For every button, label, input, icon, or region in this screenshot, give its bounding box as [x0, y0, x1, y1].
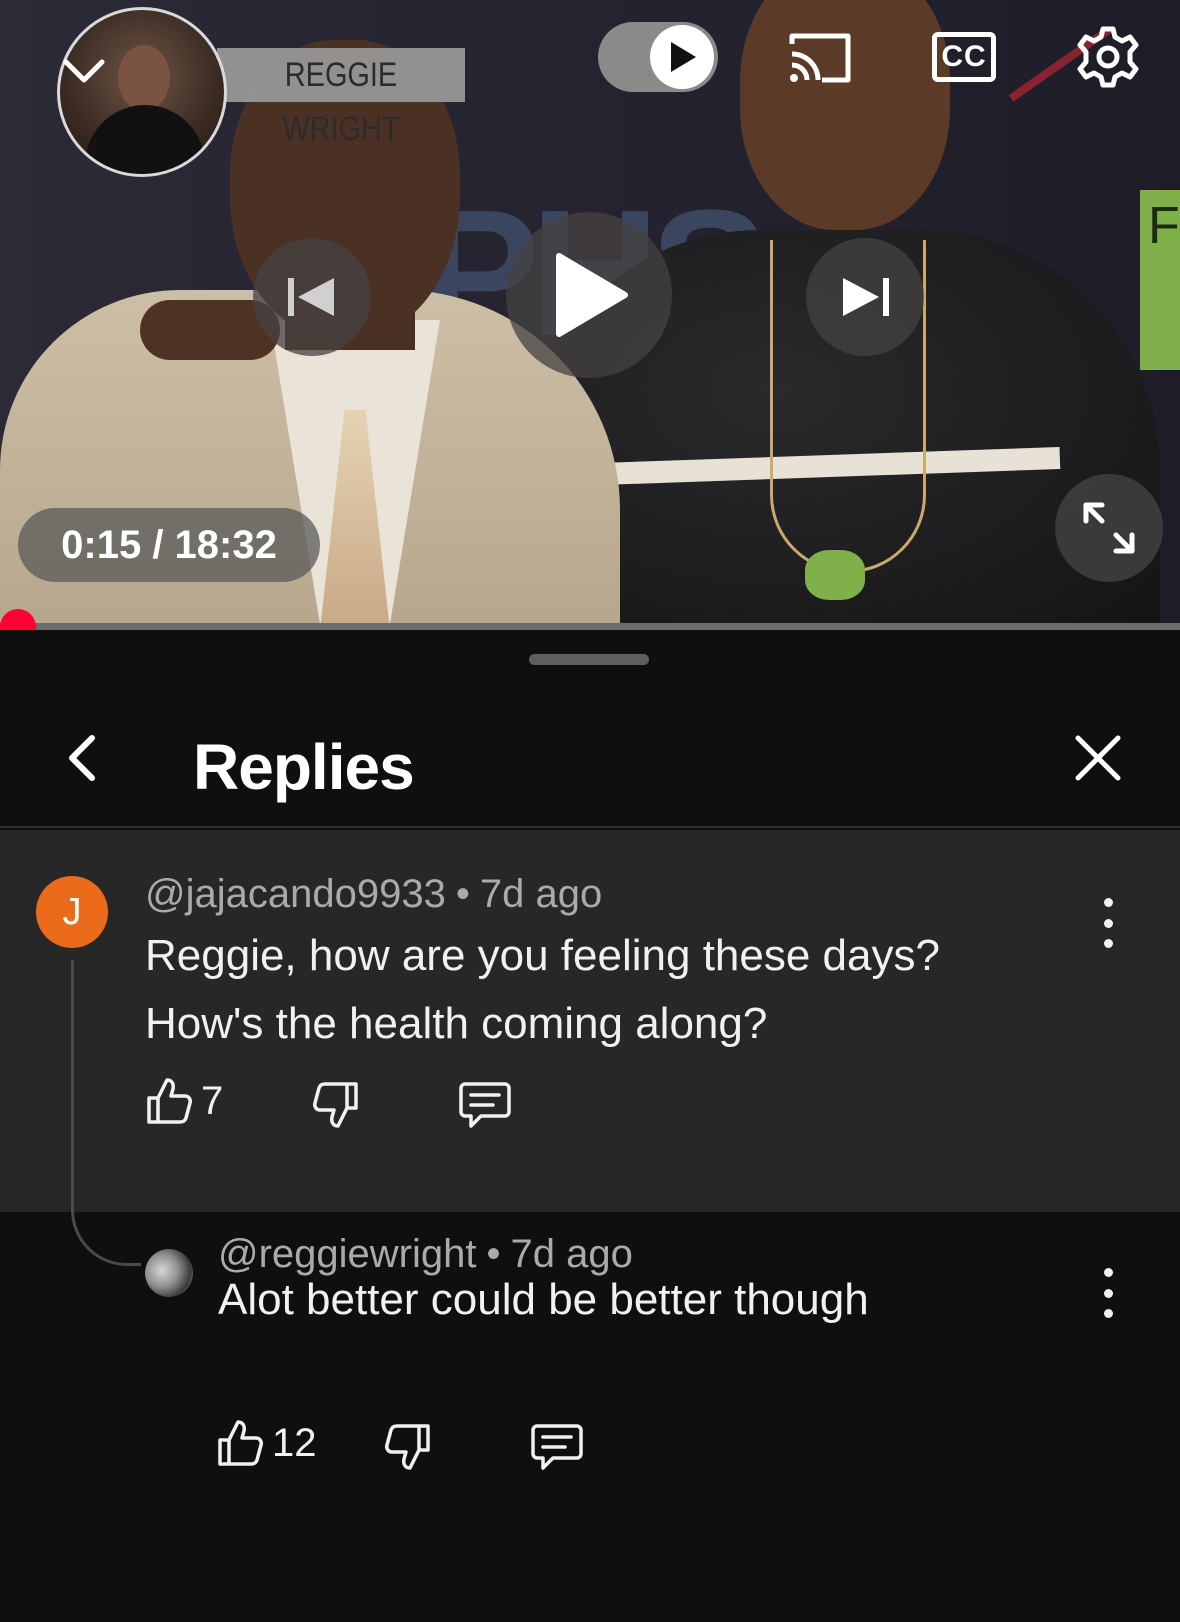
time-display: 0:15 / 18:32 — [18, 508, 320, 582]
replies-sheet: Replies J @jajacando9933 • 7d ago Reggie, … — [0, 630, 1180, 1622]
next-icon — [843, 278, 889, 316]
like-count: 7 — [201, 1078, 224, 1123]
close-icon[interactable] — [1070, 730, 1126, 786]
time-text: 0:15 / 18:32 — [61, 522, 277, 567]
autoplay-toggle-icon — [650, 25, 714, 89]
thumbs-up-icon — [147, 1078, 192, 1124]
backdrop-panel: F — [1140, 190, 1180, 370]
thumbs-down-icon — [385, 1424, 430, 1470]
cast-icon[interactable] — [786, 30, 854, 86]
settings-icon[interactable] — [1075, 24, 1141, 90]
more-options-icon[interactable] — [1098, 898, 1118, 948]
like-count: 12 — [272, 1420, 317, 1465]
dislike-button[interactable] — [384, 1422, 432, 1472]
pendant — [805, 550, 865, 600]
previous-icon — [288, 278, 334, 316]
avatar[interactable] — [145, 1249, 193, 1297]
comment-author[interactable]: @jajacando9933 — [145, 872, 446, 916]
thumbs-down-icon — [313, 1082, 358, 1128]
sheet-title: Replies — [193, 731, 415, 803]
meta-separator: • — [455, 872, 470, 916]
comment-line: How's the health coming along? — [145, 999, 768, 1048]
channel-name-tag: REGGIE WRIGHT — [217, 48, 465, 148]
reply-comment-icon — [531, 1424, 583, 1470]
avatar-letter: J — [62, 890, 82, 933]
captions-label: CC — [941, 40, 987, 73]
inset-avatar — [57, 7, 227, 177]
like-button[interactable]: 12 — [216, 1418, 317, 1468]
reply-button[interactable] — [531, 1422, 583, 1472]
thread-connector — [71, 960, 141, 1266]
drag-handle[interactable] — [529, 654, 649, 665]
comment-text: Reggie, how are you feeling these days? … — [145, 922, 940, 1058]
more-options-icon[interactable] — [1098, 1268, 1118, 1318]
like-button[interactable]: 7 — [145, 1076, 223, 1126]
comment-age: 7d ago — [479, 872, 603, 916]
reply-comment-icon — [459, 1082, 511, 1128]
avatar[interactable]: J — [36, 876, 108, 948]
reply-button[interactable] — [459, 1080, 511, 1130]
autoplay-toggle[interactable] — [598, 22, 718, 92]
play-button[interactable] — [506, 212, 672, 378]
comment-line: Reggie, how are you feeling these days? — [145, 931, 940, 980]
next-button[interactable] — [806, 238, 924, 356]
progress-bar[interactable] — [0, 623, 1180, 630]
chevron-down-icon[interactable] — [62, 54, 106, 88]
play-icon — [556, 253, 628, 337]
dislike-button[interactable] — [312, 1080, 360, 1130]
reply-text: Alot better could be better though — [218, 1275, 869, 1324]
channel-name-text: REGGIE WRIGHT — [282, 56, 400, 148]
previous-button[interactable] — [253, 238, 371, 356]
video-player[interactable]: PHS F REGGIE WRIGHT CC — [0, 0, 1180, 630]
fullscreen-icon — [1083, 502, 1135, 554]
comment-meta: @jajacando9933 • 7d ago — [145, 872, 602, 917]
parent-comment: J @jajacando9933 • 7d ago Reggie, how are … — [0, 830, 1180, 1212]
back-arrow-icon[interactable] — [56, 730, 112, 786]
captions-icon[interactable]: CC — [932, 32, 996, 82]
thumbs-up-icon — [218, 1420, 263, 1466]
fullscreen-button[interactable] — [1055, 474, 1163, 582]
sheet-header: Replies — [0, 690, 1180, 828]
